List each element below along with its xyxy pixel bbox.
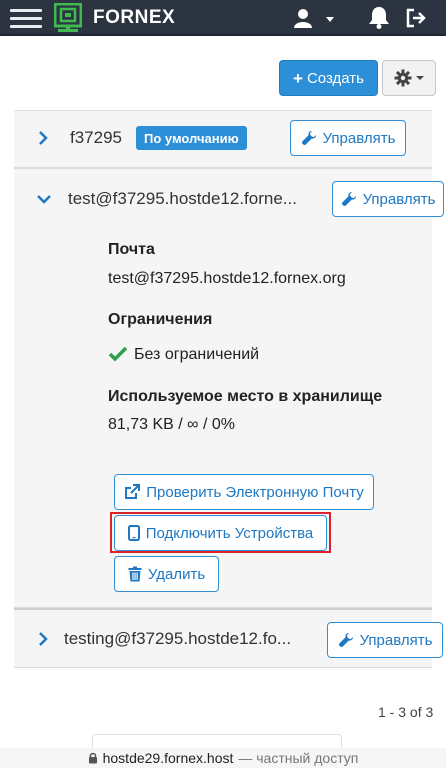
trash-icon (128, 566, 142, 582)
check-email-button[interactable]: Проверить Электронную Почту (114, 474, 374, 510)
create-button[interactable]: + Создать (279, 60, 378, 96)
private-access-label: — частный доступ (238, 750, 359, 766)
row-title[interactable]: testing@f37295.hostde12.fo... (64, 629, 304, 649)
row-title[interactable]: f37295 (70, 128, 122, 148)
pagination-info: 1 - 3 of 3 (378, 704, 434, 720)
chevron-right-icon[interactable] (36, 131, 50, 145)
gear-icon (394, 69, 411, 87)
lock-icon (88, 752, 97, 764)
settings-dropdown-button[interactable] (382, 60, 436, 96)
wrench-icon (338, 633, 353, 648)
caret-down-icon (415, 76, 424, 80)
manage-button-label: Управлять (362, 190, 436, 208)
delete-label: Удалить (147, 565, 206, 583)
connect-devices-button[interactable]: Подключить Устройства (114, 515, 327, 551)
chevron-right-icon[interactable] (36, 632, 50, 646)
manage-button[interactable]: Управлять (332, 181, 444, 217)
logout-icon[interactable] (405, 8, 427, 28)
wrench-icon (341, 192, 356, 207)
mobile-icon (127, 525, 140, 541)
create-button-label: Создать (306, 69, 364, 87)
brand-name[interactable]: FORNEX (93, 7, 175, 29)
connect-devices-label: Подключить Устройства (145, 524, 314, 542)
user-menu[interactable] (294, 8, 338, 30)
mail-value: test@f37295.hostde12.fornex.org (108, 270, 346, 287)
fornex-logo-icon (54, 3, 82, 32)
mail-label: Почта (108, 241, 155, 258)
limits-value: Без ограничений (134, 346, 260, 363)
storage-label: Используемое место в хранилище (108, 388, 383, 405)
check-icon (108, 346, 128, 362)
delete-button[interactable]: Удалить (114, 556, 219, 592)
limits-label: Ограничения (108, 311, 213, 328)
default-badge: По умолчанию (136, 126, 247, 150)
storage-value: 81,73 KB / ∞ / 0% (108, 416, 236, 433)
user-icon (294, 9, 334, 28)
external-link-icon (125, 484, 141, 499)
caret-down-icon (326, 17, 334, 22)
menu-icon[interactable] (8, 6, 44, 30)
row-title[interactable]: test@f37295.hostde12.forne... (68, 189, 308, 209)
top-navbar: FORNEX (0, 0, 446, 36)
chevron-down-icon[interactable] (37, 192, 51, 206)
bell-icon[interactable] (368, 5, 390, 29)
plus-icon: + (293, 68, 303, 88)
wrench-icon (301, 131, 316, 146)
manage-button[interactable]: Управлять (327, 622, 443, 658)
manage-button-label: Управлять (322, 129, 396, 147)
url-host: hostde29.fornex.host (102, 750, 234, 766)
manage-button[interactable]: Управлять (290, 120, 406, 156)
browser-url-bar[interactable]: hostde29.fornex.host — частный доступ (0, 748, 446, 768)
check-email-label: Проверить Электронную Почту (146, 483, 364, 501)
manage-button-label: Управлять (359, 631, 433, 649)
